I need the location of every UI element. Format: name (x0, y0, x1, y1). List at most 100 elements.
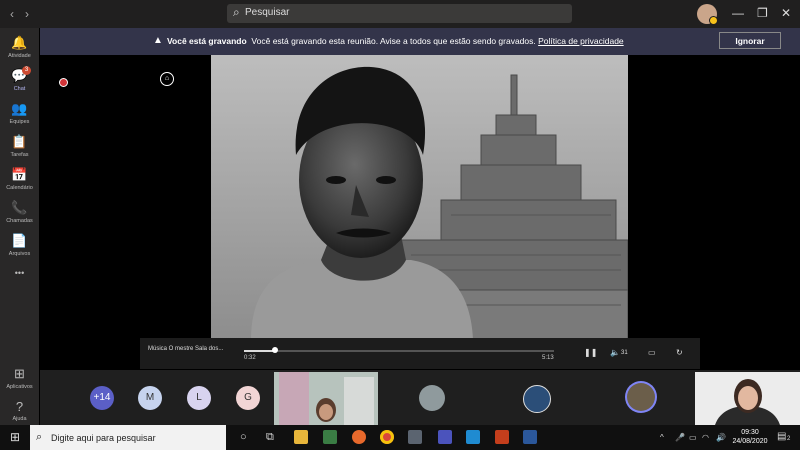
recording-indicator-icon (59, 78, 68, 87)
warning-icon: ▲ (153, 35, 163, 46)
maximize-button[interactable]: ❐ (757, 6, 768, 20)
notification-count: 2 (787, 436, 791, 442)
title-bar: ‹ › ⌕ Pesquisar — ❐ ✕ (0, 0, 800, 28)
rail-label: Equipes (9, 119, 30, 125)
apps-icon: ⊞ (14, 366, 25, 381)
video-frame (211, 55, 628, 340)
rail-item-ajuda[interactable]: ? Ajuda (0, 399, 39, 422)
privacy-policy-link[interactable]: Política de privacidade (538, 36, 624, 46)
chat-icon: 💬 (11, 68, 28, 83)
rail-label: Ajuda (12, 416, 27, 422)
rail-label: Arquivos (8, 251, 31, 257)
battery-icon[interactable]: ▭ (689, 433, 697, 442)
powerpoint-icon[interactable] (495, 430, 509, 444)
media-title: Música O mestre Sala dos... (148, 346, 224, 352)
more-apps-button[interactable]: ••• (0, 268, 39, 278)
windows-start-icon[interactable]: ⊞ (10, 430, 20, 444)
rail-item-calendario[interactable]: 📅 Calendário (0, 167, 39, 191)
speaker-icon[interactable]: 🔊 (716, 433, 726, 442)
photos-icon[interactable] (466, 430, 480, 444)
seek-fill (244, 350, 275, 352)
rail-label: Calendário (6, 185, 33, 191)
rail-item-atividade[interactable]: 🔔 Atividade (0, 35, 39, 59)
teams-icon: 👥 (11, 101, 28, 116)
self-video-tile[interactable] (695, 372, 800, 425)
rail-label: Atividade (8, 53, 31, 59)
cortana-icon[interactable]: ○ (240, 431, 247, 443)
search-icon: ⌕ (36, 431, 43, 443)
task-view-icon[interactable]: ⧉ (266, 431, 274, 444)
more-icon: ••• (14, 268, 25, 278)
more-participants-chip[interactable]: +14 (90, 386, 114, 410)
media-controls: Música O mestre Sala dos... 0:32 5:13 ❚❚… (140, 338, 700, 369)
minimize-button[interactable]: — (732, 6, 744, 20)
captions-icon[interactable]: ▭ (648, 348, 656, 357)
taskbar-search-input[interactable]: ⌕ Digite aqui para pesquisar (30, 425, 226, 450)
word-icon[interactable] (523, 430, 537, 444)
microphone-icon[interactable]: 🎤 (675, 433, 685, 442)
elapsed-time: 0:32 (244, 355, 256, 361)
assignments-icon: 📋 (11, 134, 28, 149)
clock-time: 09:30 (741, 429, 759, 436)
search-placeholder: Pesquisar (245, 7, 290, 18)
help-icon: ? (15, 399, 24, 414)
rail-item-arquivos[interactable]: 📄 Arquivos (0, 233, 39, 257)
participant-avatar-m[interactable]: M (138, 386, 162, 410)
participant-video-tile[interactable] (274, 372, 378, 425)
pause-icon[interactable]: ❚❚ (584, 348, 597, 357)
recording-message: Você está gravando Você está gravando es… (167, 36, 624, 46)
rail-item-chamadas[interactable]: 📞 Chamadas (0, 200, 39, 224)
rail-label: Chat (13, 86, 26, 92)
system-clock[interactable]: 09:30 24/08/2020 (728, 428, 772, 446)
seek-bar[interactable] (244, 347, 554, 353)
participant-avatar-l[interactable]: L (187, 386, 211, 410)
firefox-icon[interactable] (352, 430, 366, 444)
forward-button[interactable]: › (25, 7, 29, 21)
show-hidden-icons[interactable]: ^ (660, 433, 664, 442)
recording-text: Você está gravando esta reunião. Avise a… (251, 36, 536, 46)
participant-avatar-g[interactable]: G (236, 386, 260, 410)
taskbar-search-placeholder: Digite aqui para pesquisar (51, 433, 156, 443)
rail-label: Aplicativos (6, 384, 33, 390)
app-rail: 🔔 Atividade 💬 Chat 3 👥 Equipes 📋 Tarefas… (0, 28, 39, 425)
replay-icon[interactable]: ↻ (676, 348, 683, 357)
notification-center-icon[interactable]: ▤ (777, 431, 786, 442)
search-input[interactable]: ⌕ Pesquisar (227, 4, 572, 23)
rail-item-aplicativos[interactable]: ⊞ Aplicativos (0, 366, 39, 390)
home-icon[interactable]: ⌂ (160, 72, 174, 86)
close-button[interactable]: ✕ (781, 6, 791, 20)
participant-photo-avatar[interactable] (523, 385, 551, 413)
network-icon[interactable]: ◠ (702, 433, 709, 442)
volume-value: 31 (621, 350, 628, 356)
shared-video[interactable] (211, 55, 628, 340)
rail-item-equipes[interactable]: 👥 Equipes (0, 101, 39, 125)
participant-video (274, 372, 378, 425)
rail-label: Chamadas (6, 218, 33, 224)
volume-icon[interactable]: 🔈 (610, 348, 620, 357)
rail-label: Tarefas (10, 152, 29, 158)
search-icon: ⌕ (233, 5, 240, 19)
chrome-icon[interactable] (380, 430, 394, 444)
back-button[interactable]: ‹ (10, 7, 14, 21)
rail-item-chat[interactable]: 💬 Chat 3 (0, 66, 39, 92)
active-speaker-avatar[interactable] (627, 383, 655, 411)
chat-badge: 3 (22, 66, 31, 75)
participant-photo-avatar[interactable] (419, 385, 445, 411)
profile-avatar[interactable] (697, 4, 718, 25)
store-icon[interactable] (323, 430, 337, 444)
teams-icon[interactable] (438, 430, 452, 444)
bell-icon: 🔔 (11, 35, 28, 50)
seek-handle[interactable] (272, 347, 278, 353)
duration-time: 5:13 (542, 355, 554, 361)
ignore-button[interactable]: Ignorar (719, 32, 781, 49)
self-video (695, 372, 800, 425)
calendar-icon: 📅 (11, 167, 28, 182)
file-explorer-icon[interactable] (294, 430, 308, 444)
recording-banner: ▲ Você está gravando Você está gravando … (40, 28, 800, 55)
windows-taskbar: ⊞ ⌕ Digite aqui para pesquisar ○ ⧉ ^ 🎤 ▭… (0, 425, 800, 450)
presence-away-icon (709, 16, 718, 25)
app-icon[interactable] (408, 430, 422, 444)
rail-item-tarefas[interactable]: 📋 Tarefas (0, 134, 39, 158)
clock-date: 24/08/2020 (732, 438, 768, 445)
recording-title: Você está gravando (167, 36, 247, 46)
